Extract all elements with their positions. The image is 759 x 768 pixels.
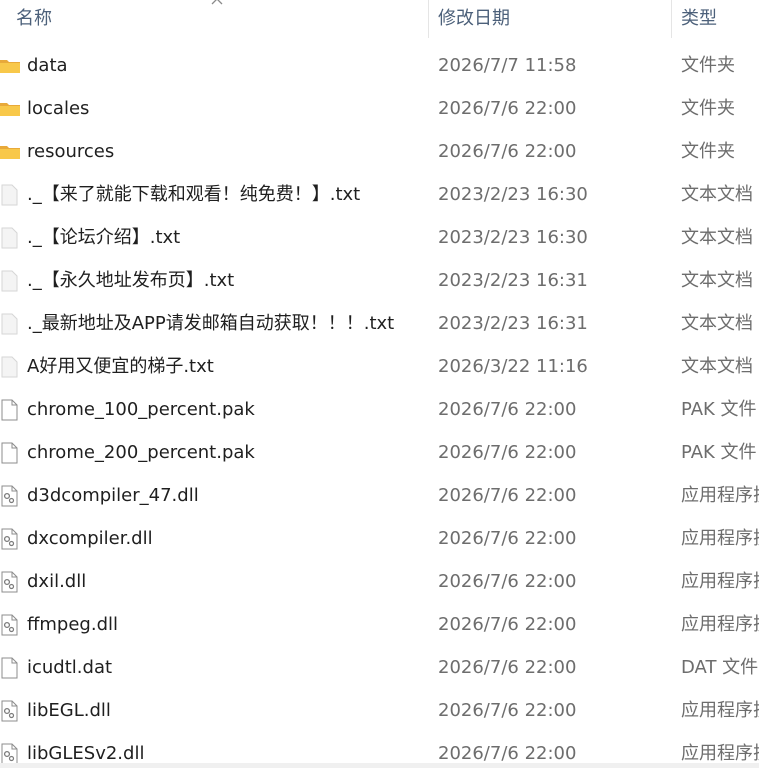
file-row[interactable]: chrome_200_percent.pak 2026/7/6 22:00 PAK …	[0, 431, 759, 474]
folder-icon	[0, 141, 20, 163]
file-row[interactable]: ._【论坛介绍】.txt 2023/2/23 16:30 文本文档	[0, 216, 759, 259]
file-type: 应用程序扩	[681, 528, 759, 549]
column-header-date[interactable]: 修改日期	[438, 0, 510, 38]
file-type: 文件夹	[681, 141, 735, 162]
column-divider[interactable]	[428, 0, 429, 38]
file-type: 文本文档	[681, 227, 753, 248]
file-row[interactable]: ffmpeg.dll 2026/7/6 22:00 应用程序扩	[0, 603, 759, 646]
file-modified-date: 2026/7/7 11:58	[438, 55, 577, 76]
file-name: ffmpeg.dll	[27, 614, 119, 635]
file-row[interactable]: libEGL.dll 2026/7/6 22:00 应用程序扩	[0, 689, 759, 732]
column-header-name[interactable]: 名称	[16, 0, 52, 38]
file-name: chrome_200_percent.pak	[27, 442, 255, 463]
sort-up-icon	[211, 0, 223, 5]
folder-icon	[0, 98, 20, 120]
dll-file-icon	[0, 743, 20, 765]
file-modified-date: 2023/2/23 16:30	[438, 184, 588, 205]
dll-file-icon	[0, 571, 20, 593]
text-file-icon	[0, 356, 20, 378]
file-name: ._【永久地址发布页】.txt	[27, 270, 235, 291]
file-name: A好用又便宜的梯子.txt	[27, 356, 214, 377]
file-type: 文件夹	[681, 55, 735, 76]
file-row[interactable]: data 2026/7/7 11:58 文件夹	[0, 44, 759, 87]
file-type: DAT 文件	[681, 657, 759, 678]
text-file-icon	[0, 184, 20, 206]
file-row[interactable]: d3dcompiler_47.dll 2026/7/6 22:00 应用程序扩	[0, 474, 759, 517]
file-type: PAK 文件	[681, 399, 757, 420]
file-name: ._【论坛介绍】.txt	[27, 227, 181, 248]
file-type: 应用程序扩	[681, 485, 759, 506]
column-divider[interactable]	[671, 0, 672, 38]
file-name: libEGL.dll	[27, 700, 111, 721]
blank-file-icon	[0, 399, 20, 421]
file-row[interactable]: ._【永久地址发布页】.txt 2023/2/23 16:31 文本文档	[0, 259, 759, 302]
file-modified-date: 2023/2/23 16:31	[438, 313, 588, 334]
file-type: 应用程序扩	[681, 614, 759, 635]
horizontal-scrollbar[interactable]	[0, 763, 759, 768]
file-modified-date: 2026/7/6 22:00	[438, 485, 577, 506]
file-modified-date: 2026/7/6 22:00	[438, 442, 577, 463]
file-modified-date: 2023/2/23 16:30	[438, 227, 588, 248]
file-type: 文本文档	[681, 356, 753, 377]
file-type: 文件夹	[681, 98, 735, 119]
text-file-icon	[0, 313, 20, 335]
file-modified-date: 2026/7/6 22:00	[438, 614, 577, 635]
file-name: resources	[27, 141, 115, 162]
text-file-icon	[0, 270, 20, 292]
file-modified-date: 2026/7/6 22:00	[438, 141, 577, 162]
file-name: locales	[27, 98, 90, 119]
file-type: 文本文档	[681, 184, 753, 205]
dll-file-icon	[0, 700, 20, 722]
file-row[interactable]: icudtl.dat 2026/7/6 22:00 DAT 文件	[0, 646, 759, 689]
file-row[interactable]: dxcompiler.dll 2026/7/6 22:00 应用程序扩	[0, 517, 759, 560]
file-row[interactable]: resources 2026/7/6 22:00 文件夹	[0, 130, 759, 173]
file-modified-date: 2026/7/6 22:00	[438, 700, 577, 721]
folder-icon	[0, 55, 20, 77]
file-name: ._【来了就能下载和观看！纯免费！】.txt	[27, 184, 361, 205]
blank-file-icon	[0, 442, 20, 464]
file-type: 应用程序扩	[681, 700, 759, 721]
column-header-bar: 名称 修改日期 类型	[0, 0, 759, 38]
file-modified-date: 2023/2/23 16:31	[438, 270, 588, 291]
file-row[interactable]: dxil.dll 2026/7/6 22:00 应用程序扩	[0, 560, 759, 603]
file-row[interactable]: ._最新地址及APP请发邮箱自动获取！！！.txt 2023/2/23 16:31…	[0, 302, 759, 345]
blank-file-icon	[0, 657, 20, 679]
file-modified-date: 2026/7/6 22:00	[438, 98, 577, 119]
file-name: icudtl.dat	[27, 657, 113, 678]
file-name: data	[27, 55, 68, 76]
file-modified-date: 2026/7/6 22:00	[438, 399, 577, 420]
file-type: 文本文档	[681, 270, 753, 291]
file-row[interactable]: chrome_100_percent.pak 2026/7/6 22:00 PAK …	[0, 388, 759, 431]
file-list-view: 名称 修改日期 类型 data 2026/7/7 11:58 文件夹 locales 2…	[0, 0, 759, 768]
file-row[interactable]: A好用又便宜的梯子.txt 2026/3/22 11:16 文本文档	[0, 345, 759, 388]
file-modified-date: 2026/7/6 22:00	[438, 571, 577, 592]
file-name: dxcompiler.dll	[27, 528, 153, 549]
file-modified-date: 2026/3/22 11:16	[438, 356, 588, 377]
file-modified-date: 2026/7/6 22:00	[438, 657, 577, 678]
file-row[interactable]: locales 2026/7/6 22:00 文件夹	[0, 87, 759, 130]
file-row[interactable]: ._【来了就能下载和观看！纯免费！】.txt 2023/2/23 16:30 文本文…	[0, 173, 759, 216]
dll-file-icon	[0, 485, 20, 507]
file-type: 文本文档	[681, 313, 753, 334]
text-file-icon	[0, 227, 20, 249]
file-type: 应用程序扩	[681, 571, 759, 592]
column-header-type[interactable]: 类型	[681, 0, 717, 38]
dll-file-icon	[0, 528, 20, 550]
file-modified-date: 2026/7/6 22:00	[438, 528, 577, 549]
file-name: dxil.dll	[27, 571, 87, 592]
file-name: chrome_100_percent.pak	[27, 399, 255, 420]
file-name: d3dcompiler_47.dll	[27, 485, 199, 506]
dll-file-icon	[0, 614, 20, 636]
file-name: ._最新地址及APP请发邮箱自动获取！！！.txt	[27, 313, 395, 334]
file-type: PAK 文件	[681, 442, 757, 463]
